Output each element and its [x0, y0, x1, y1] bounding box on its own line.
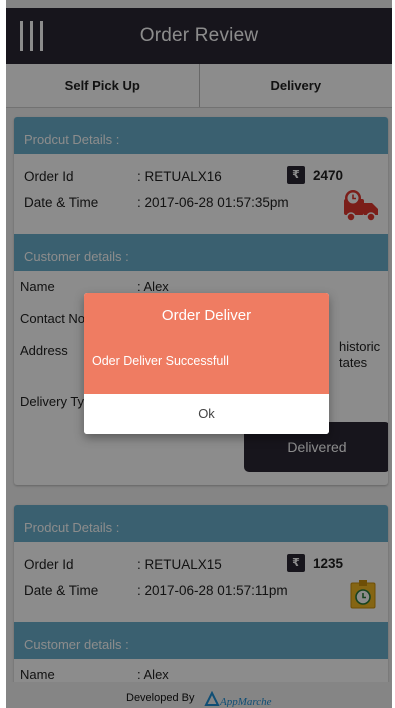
dialog-message: Oder Deliver Successfull	[92, 354, 229, 368]
app-screen: Order Review Self Pick Up Delivery Prodc…	[6, 0, 392, 708]
ok-button[interactable]: Ok	[84, 394, 329, 434]
order-deliver-dialog: Order Deliver Oder Deliver Successfull O…	[84, 293, 329, 434]
dialog-header: Order Deliver Oder Deliver Successfull	[84, 293, 329, 394]
dialog-title: Order Deliver	[161, 307, 252, 324]
